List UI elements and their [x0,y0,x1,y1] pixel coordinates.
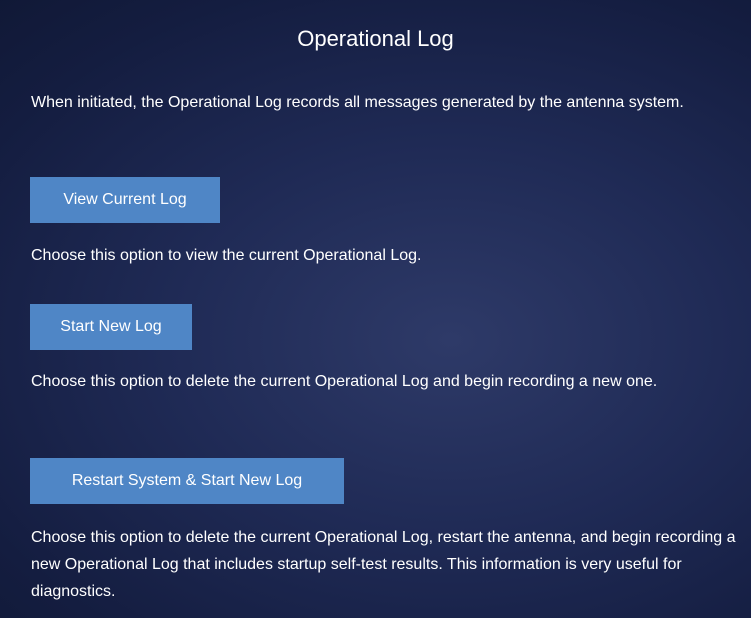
restart-system-start-new-log-description: Choose this option to delete the current… [31,529,736,600]
intro-text: When initiated, the Operational Log reco… [31,94,684,111]
operational-log-panel: Operational Log When initiated, the Oper… [0,0,751,618]
start-new-log-description: Choose this option to delete the current… [31,373,658,390]
start-new-log-button[interactable]: Start New Log [30,304,192,350]
view-current-log-description: Choose this option to view the current O… [31,247,422,264]
panel-title: Operational Log [297,26,454,51]
restart-system-start-new-log-button[interactable]: Restart System & Start New Log [30,458,344,504]
view-current-log-button[interactable]: View Current Log [30,177,220,223]
